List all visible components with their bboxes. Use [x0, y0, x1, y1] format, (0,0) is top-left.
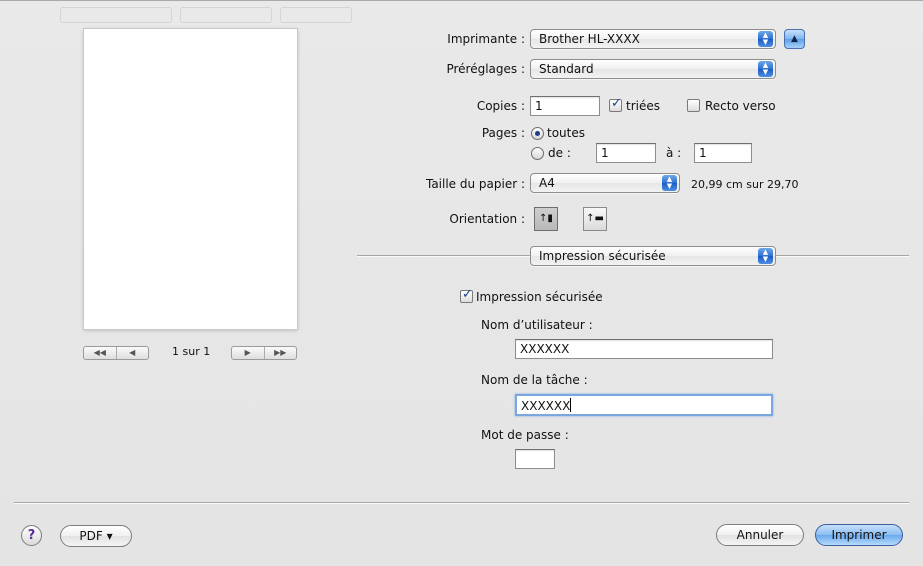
panel-value: Impression sécurisée [539, 249, 666, 263]
job-name-value: XXXXXX [521, 399, 571, 413]
updown-arrows-icon: ▲ ▼ [758, 61, 773, 77]
updown-arrows-icon: ▲ ▼ [662, 175, 677, 191]
help-icon[interactable]: ? [21, 525, 42, 546]
checkmark-icon: ✓ [462, 287, 473, 302]
printer-value: Brother HL-XXXX [539, 32, 640, 46]
print-dialog: ◀◀ ◀ 1 sur 1 ▶ ▶▶ Imprimante : Brother H… [0, 0, 923, 566]
pages-to-field[interactable]: 1 [694, 143, 752, 163]
preview-back-buttons[interactable]: ◀◀ ◀ [83, 346, 149, 360]
pages-from-field[interactable]: 1 [596, 143, 656, 163]
next-page-icon[interactable]: ▶ [232, 347, 264, 359]
previous-page-icon[interactable]: ◀ [115, 347, 149, 359]
portrait-icon: ↑▮ [539, 213, 553, 224]
panel-select[interactable]: Impression sécurisée ▲ ▼ [530, 246, 776, 266]
pages-to-label: à : [666, 146, 682, 160]
text-caret [570, 398, 572, 412]
disclosure-up-icon[interactable]: ▲ [784, 29, 805, 49]
pages-all-radio[interactable] [531, 127, 544, 140]
pages-all-label: toutes [547, 126, 585, 140]
password-label: Mot de passe : [481, 428, 569, 442]
checkmark-icon: ✓ [611, 96, 622, 111]
first-page-icon[interactable]: ◀◀ [84, 347, 116, 359]
paper-size-label: Taille du papier : [425, 177, 525, 191]
presets-value: Standard [539, 62, 594, 76]
copies-label: Copies : [476, 99, 525, 113]
printer-label: Imprimante : [447, 32, 525, 46]
printer-select[interactable]: Brother HL-XXXX ▲ ▼ [530, 29, 776, 49]
copies-field[interactable]: 1 [530, 96, 600, 116]
secure-print-checkbox[interactable]: ✓ [460, 287, 473, 303]
collate-label: triées [626, 99, 660, 113]
username-label: Nom d’utilisateur : [481, 318, 593, 332]
job-name-field[interactable]: XXXXXX [515, 394, 773, 416]
orientation-landscape-button[interactable]: ↑▬ [583, 207, 607, 231]
panel-divider-left [357, 255, 530, 257]
last-page-icon[interactable]: ▶▶ [263, 347, 297, 359]
pages-range-radio[interactable] [531, 147, 544, 160]
paper-size-select[interactable]: A4 ▲ ▼ [530, 173, 680, 193]
print-button[interactable]: Imprimer [815, 524, 903, 546]
pages-label: Pages : [481, 126, 525, 140]
page-counter: 1 sur 1 [172, 345, 211, 358]
cancel-button[interactable]: Annuler [716, 524, 804, 546]
job-name-label: Nom de la tâche : [481, 373, 588, 387]
secure-print-label: Impression sécurisée [476, 290, 603, 304]
collate-checkbox[interactable]: ✓ [609, 96, 622, 112]
footer-divider [14, 502, 909, 504]
updown-arrows-icon: ▲ ▼ [758, 31, 773, 47]
updown-arrows-icon: ▲ ▼ [758, 248, 773, 264]
paper-size-value: A4 [539, 176, 555, 190]
presets-label: Préréglages : [446, 62, 525, 76]
landscape-icon: ↑▬ [586, 213, 604, 224]
orientation-portrait-button[interactable]: ↑▮ [534, 207, 558, 231]
password-field[interactable] [515, 449, 555, 469]
pages-from-label: de : [548, 146, 571, 160]
pdf-button[interactable]: PDF ▾ [60, 525, 132, 547]
preview-forward-buttons[interactable]: ▶ ▶▶ [231, 346, 297, 360]
paper-dimensions: 20,99 cm sur 29,70 [691, 178, 799, 191]
duplex-label: Recto verso [705, 99, 776, 113]
username-field[interactable]: XXXXXX [515, 339, 773, 359]
duplex-checkbox[interactable] [687, 99, 700, 112]
orientation-label: Orientation : [449, 212, 525, 226]
presets-select[interactable]: Standard ▲ ▼ [530, 59, 776, 79]
page-preview [84, 29, 297, 329]
panel-divider-right [776, 255, 909, 257]
